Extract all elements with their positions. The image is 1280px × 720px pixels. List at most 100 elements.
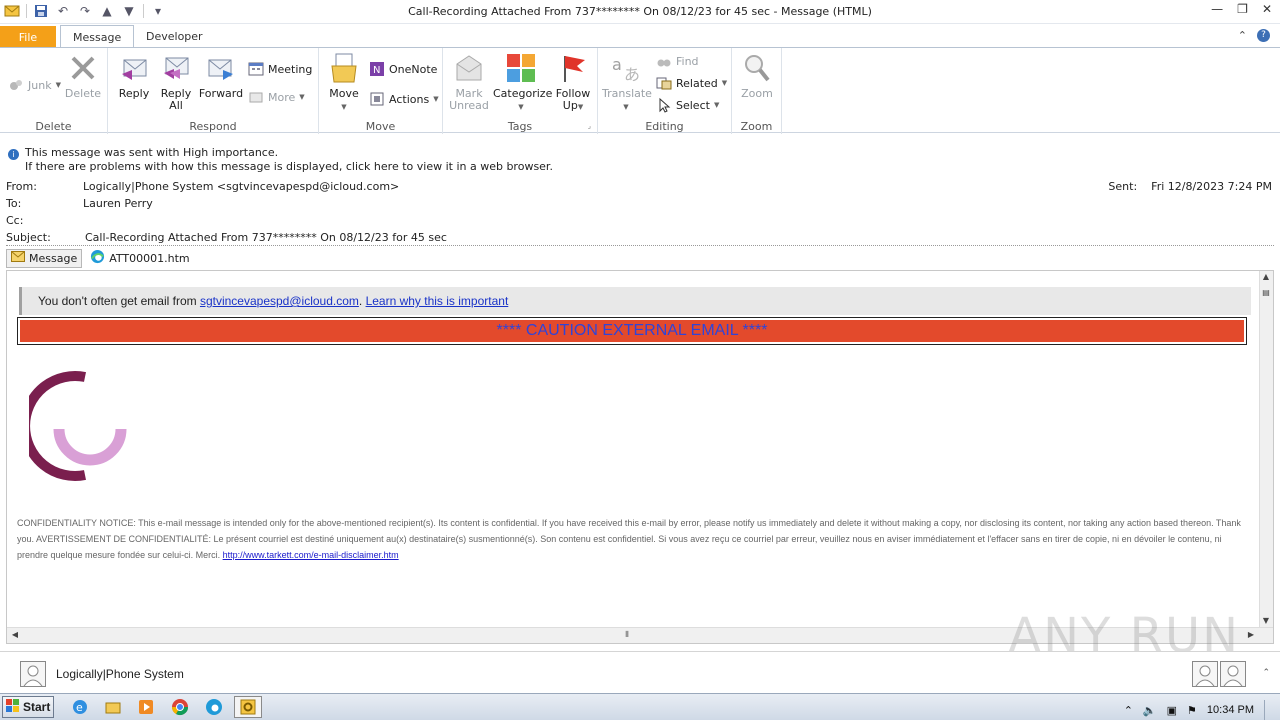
tab-file[interactable]: File xyxy=(0,26,56,48)
forward-icon xyxy=(208,59,233,80)
translate-button[interactable]: aあ Translate ▼ xyxy=(602,52,652,113)
network-icon[interactable]: ▣ xyxy=(1167,704,1177,717)
taskbar: Start e ⌃ 🔈 ▣ ⚑ 10:34 PM xyxy=(0,693,1280,720)
group-label-editing: Editing xyxy=(645,120,684,133)
edge-browser-icon xyxy=(90,249,105,267)
sender-email-link[interactable]: sgtvincevapespd@icloud.com xyxy=(200,294,359,308)
actions-button[interactable]: Actions ▼ xyxy=(369,90,439,108)
caution-text: **** CAUTION EXTERNAL EMAIL **** xyxy=(20,320,1244,342)
group-label-zoom: Zoom xyxy=(740,120,773,133)
scroll-left-icon[interactable]: ◀ xyxy=(9,629,21,641)
junk-icon xyxy=(8,77,24,93)
svg-text:N: N xyxy=(373,65,380,76)
find-button[interactable]: Find xyxy=(656,52,699,70)
action-center-flag-icon[interactable]: ⚑ xyxy=(1187,704,1197,717)
binoculars-icon xyxy=(656,53,672,69)
actions-icon xyxy=(369,91,385,107)
message-tab[interactable]: Message xyxy=(6,248,83,268)
show-hidden-icons-icon[interactable]: ⌃ xyxy=(1124,704,1133,717)
volume-icon[interactable]: 🔈 xyxy=(1143,704,1157,717)
title-bar: ↶ ↷ ▲ ▼ ▾ Call-Recording Attached From 7… xyxy=(0,0,1280,24)
attachment-bar: Message ATT00001.htm xyxy=(6,248,194,268)
from-value[interactable]: Logically|Phone System <sgtvincevapespd@… xyxy=(83,180,399,193)
from-label: From: xyxy=(6,180,37,193)
related-button[interactable]: Related ▼ xyxy=(656,74,727,92)
tab-developer[interactable]: Developer xyxy=(134,25,215,48)
view-in-browser-notice[interactable]: If there are problems with how this mess… xyxy=(8,160,553,174)
translate-icon: aあ xyxy=(612,55,640,84)
scroll-thumb-icon[interactable]: ⦀ xyxy=(621,629,633,641)
group-label-tags: Tags xyxy=(507,120,533,133)
categorize-button[interactable]: Categorize ▼ xyxy=(493,52,552,113)
group-delete: Junk ▼ Delete Delete xyxy=(0,48,108,134)
clock[interactable]: 10:34 PM xyxy=(1207,704,1254,716)
edge-icon[interactable] xyxy=(200,696,228,718)
onenote-button[interactable]: N OneNote xyxy=(369,60,437,78)
expand-people-pane-icon[interactable]: ⌃ xyxy=(1262,668,1270,678)
message-body: You don't often get email from sgtvincev… xyxy=(6,270,1274,644)
outlook-icon[interactable] xyxy=(234,696,262,718)
sent-row: Sent: Fri 12/8/2023 7:24 PM xyxy=(1108,180,1272,193)
junk-button[interactable]: Junk ▼ xyxy=(8,76,61,94)
envelope-icon xyxy=(11,251,25,265)
scroll-page-icon[interactable]: ▤ xyxy=(1260,287,1272,299)
recipient-avatar-2[interactable] xyxy=(1220,661,1246,687)
minimize-icon[interactable]: — xyxy=(1211,2,1223,16)
external-sender-warning: You don't often get email from sgtvincev… xyxy=(19,287,1251,315)
chrome-icon[interactable] xyxy=(166,696,194,718)
svg-text:a: a xyxy=(612,55,622,74)
people-pane-name[interactable]: Logically|Phone System xyxy=(56,667,184,681)
meeting-button[interactable]: Meeting xyxy=(248,60,312,78)
header-divider xyxy=(6,245,1274,246)
delete-button[interactable]: Delete xyxy=(59,52,107,100)
group-move: Move ▼ N OneNote Actions ▼ Move xyxy=(319,48,443,134)
follow-up-button[interactable]: Follow Up▼ xyxy=(549,52,597,113)
forward-button[interactable]: Forward xyxy=(197,52,245,100)
to-value[interactable]: Lauren Perry xyxy=(83,197,153,210)
group-respond: Reply Reply All Forward Meeting More ▼ Re… xyxy=(108,48,319,134)
vertical-scrollbar[interactable]: ▲ ▤ ▼ xyxy=(1259,271,1273,627)
scroll-up-icon[interactable]: ▲ xyxy=(1260,271,1272,283)
minimize-ribbon-icon[interactable]: ⌃ xyxy=(1238,29,1247,42)
recipient-avatar-1[interactable] xyxy=(1192,661,1218,687)
sender-avatar[interactable] xyxy=(20,661,46,687)
group-editing: aあ Translate ▼ Find Related ▼ Select ▼ Edit… xyxy=(598,48,732,134)
learn-why-link[interactable]: Learn why this is important xyxy=(366,294,509,308)
scroll-down-icon[interactable]: ▼ xyxy=(1260,615,1272,627)
company-logo xyxy=(20,369,129,487)
info-bar[interactable]: i This message was sent with High importa… xyxy=(8,146,553,174)
group-label-move: Move xyxy=(365,120,396,133)
reply-all-button[interactable]: Reply All xyxy=(152,52,200,112)
select-button[interactable]: Select ▼ xyxy=(656,96,719,114)
help-icon[interactable]: ? xyxy=(1257,29,1270,42)
subject-label: Subject: xyxy=(6,231,51,244)
more-respond-button[interactable]: More ▼ xyxy=(248,88,305,106)
maximize-icon[interactable]: ❐ xyxy=(1237,2,1248,16)
tab-message[interactable]: Message xyxy=(60,25,135,48)
explorer-icon[interactable] xyxy=(99,696,127,718)
tags-dialog-launcher-icon[interactable]: ⌟ xyxy=(588,122,591,130)
ie-icon[interactable]: e xyxy=(66,696,94,718)
reply-button[interactable]: Reply xyxy=(110,52,158,100)
cursor-icon xyxy=(656,97,672,113)
delete-icon xyxy=(71,56,95,80)
ribbon: Junk ▼ Delete Delete Reply Reply All Forw… xyxy=(0,47,1280,134)
system-tray: ⌃ 🔈 ▣ ⚑ 10:34 PM xyxy=(1124,700,1274,720)
disclaimer-link[interactable]: http://www.tarkett.com/e-mail-disclaimer… xyxy=(223,550,399,560)
group-label-delete: Delete xyxy=(35,120,72,133)
ribbon-tabs: File Message Developer ⌃ ? xyxy=(0,24,1280,48)
attachment-file[interactable]: ATT00001.htm xyxy=(86,249,193,268)
zoom-button[interactable]: Zoom xyxy=(733,52,781,100)
importance-notice: This message was sent with High importan… xyxy=(25,146,279,159)
reply-all-icon xyxy=(164,57,189,79)
close-icon[interactable]: ✕ xyxy=(1262,2,1272,16)
to-label: To: xyxy=(6,197,22,210)
group-tags: Mark Unread Categorize ▼ Follow Up▼ Tags … xyxy=(443,48,598,134)
scroll-right-icon[interactable]: ▶ xyxy=(1245,629,1257,641)
move-button[interactable]: Move ▼ xyxy=(320,52,368,113)
show-desktop-button[interactable] xyxy=(1264,700,1274,720)
mark-unread-button[interactable]: Mark Unread xyxy=(445,52,493,112)
start-button[interactable]: Start xyxy=(2,696,54,718)
window-controls: — ❐ ✕ xyxy=(1211,2,1272,16)
media-player-icon[interactable] xyxy=(132,696,160,718)
